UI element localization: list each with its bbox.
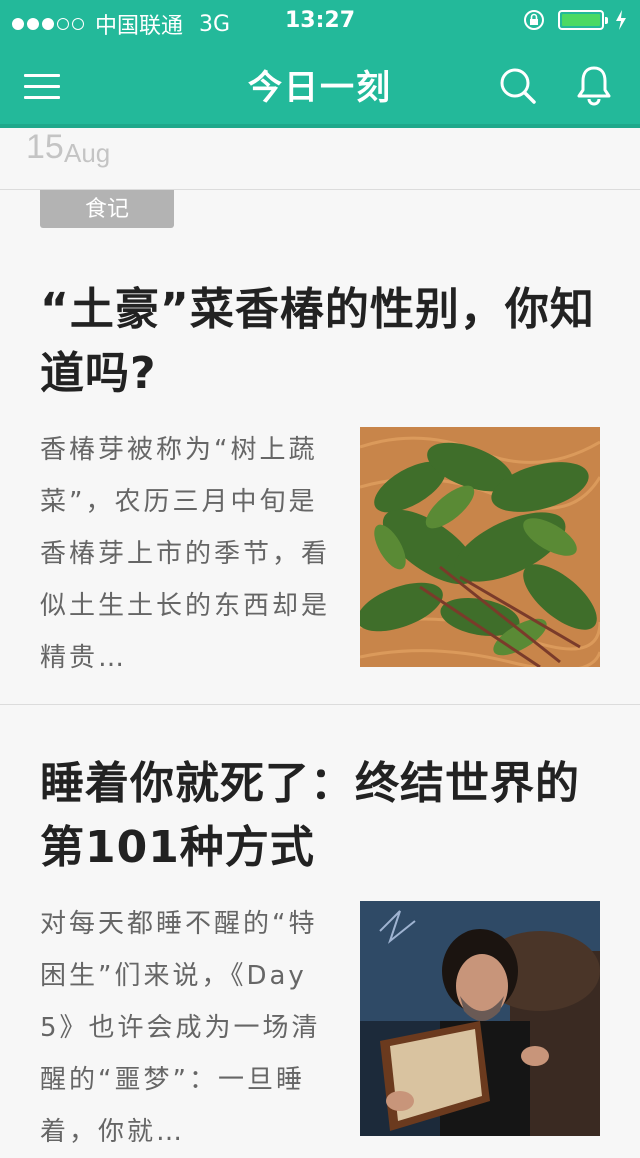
article-summary[interactable]: 对每天都睡不醒的“特困生”们来说，《Day 5》也许会成为一场清醒的“噩梦”：一… (40, 898, 340, 1158)
article-title[interactable]: “土豪”菜香椿的性别，你知道吗? (40, 278, 610, 406)
toon-sprouts-image (360, 427, 600, 667)
nav-bar: 今日一刻 (0, 42, 640, 128)
charging-icon (616, 10, 626, 30)
date-day: 15 (26, 128, 64, 166)
date-header: 15 Aug (0, 128, 640, 190)
article-thumbnail[interactable] (360, 901, 600, 1136)
page-title: 今日一刻 (248, 68, 392, 108)
man-reading-book-image (360, 901, 600, 1136)
bell-icon[interactable] (574, 64, 614, 106)
article-title[interactable]: 睡着你就死了：终结世界的第101种方式 (40, 752, 610, 880)
battery-icon (558, 10, 608, 30)
lock-rotation-icon (524, 10, 544, 30)
article-thumbnail[interactable] (360, 427, 600, 667)
status-right (522, 8, 628, 32)
category-tag[interactable]: 食记 (40, 190, 174, 228)
article-summary[interactable]: 香椿芽被称为“树上蔬菜”，农历三月中旬是香椿芽上市的季节，看似土生土长的东西却是… (40, 424, 340, 684)
date-month: Aug (64, 138, 111, 168)
status-bar: 中国联通 3G 13:27 (0, 0, 640, 42)
search-icon[interactable] (498, 66, 538, 106)
article-divider (0, 704, 640, 705)
